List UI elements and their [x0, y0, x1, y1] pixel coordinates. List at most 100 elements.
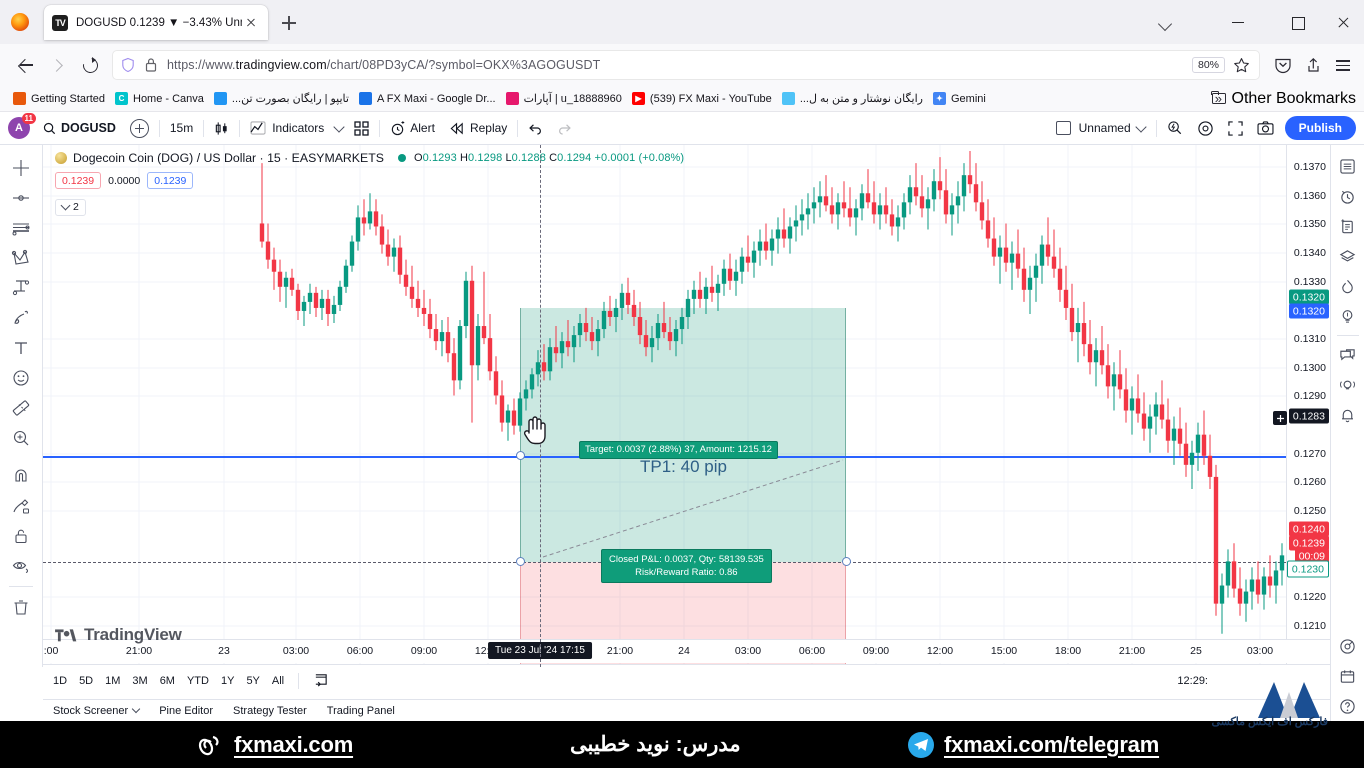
- bookmark-item[interactable]: Getting Started: [8, 89, 110, 109]
- help-icon[interactable]: [1334, 691, 1362, 721]
- status-tab-pine-editor[interactable]: Pine Editor: [149, 705, 223, 717]
- price-axis-chip[interactable]: 0.1283: [1288, 408, 1329, 424]
- other-bookmarks-folder[interactable]: Other Bookmarks: [1211, 90, 1356, 108]
- bookmark-item[interactable]: A FX Maxi - Google Dr...: [354, 89, 501, 109]
- legend-badge-high[interactable]: 0.1239: [147, 172, 194, 189]
- position-info-tag[interactable]: Closed P&L: 0.0037, Qty: 58139.535 Risk/…: [601, 549, 772, 583]
- indicators-dropdown[interactable]: [331, 115, 347, 141]
- trend-line-tool[interactable]: [6, 183, 36, 213]
- lock-drawings-tool[interactable]: [6, 521, 36, 551]
- range-button-3m[interactable]: 3M: [126, 672, 153, 690]
- add-alert-plus-icon[interactable]: [1273, 411, 1287, 425]
- forward-button[interactable]: [42, 50, 74, 80]
- stay-in-drawing-mode-tool[interactable]: [6, 491, 36, 521]
- layout-chevron-down-icon[interactable]: [1134, 120, 1147, 133]
- chart-plot[interactable]: Target: 0.0037 (2.88%) 37, Amount: 1215.…: [43, 145, 1330, 667]
- bookmark-item[interactable]: رایگان نوشتار و متن به ل...: [777, 89, 928, 109]
- bookmark-item[interactable]: C Home - Canva: [110, 89, 209, 109]
- banner-website-group[interactable]: fxmaxi.com: [196, 732, 353, 758]
- settings-button[interactable]: [1190, 115, 1221, 141]
- legend-collapsed-group[interactable]: 2: [55, 198, 86, 216]
- share-button[interactable]: [1298, 50, 1328, 80]
- add-symbol-button[interactable]: [123, 115, 156, 141]
- alert-button[interactable]: Alert: [383, 115, 442, 141]
- watchlist-icon[interactable]: [1334, 151, 1362, 181]
- banner-telegram-link[interactable]: fxmaxi.com/telegram: [944, 732, 1159, 758]
- range-button-6m[interactable]: 6M: [154, 672, 181, 690]
- tab-list-chevron-down-icon[interactable]: [1155, 12, 1177, 34]
- redo-button[interactable]: [550, 115, 579, 141]
- status-tab-trading-panel[interactable]: Trading Panel: [317, 705, 405, 717]
- tp1-annotation[interactable]: TP1: 40 pip: [640, 457, 727, 477]
- range-button-1d[interactable]: 1D: [47, 672, 73, 690]
- price-axis-chip[interactable]: 0.1320: [1288, 303, 1329, 319]
- indicators-button[interactable]: Indicators: [243, 115, 331, 141]
- layout-icon[interactable]: [1055, 121, 1071, 135]
- window-minimize-button[interactable]: [1224, 8, 1254, 36]
- notifications-bell-icon[interactable]: [1334, 400, 1362, 430]
- browser-tab-active[interactable]: TV DOGUSD 0.1239 ▼ −3.43% Unn: [44, 5, 268, 40]
- layers-icon[interactable]: [1334, 241, 1362, 271]
- bookmark-item[interactable]: ✦ Gemini: [928, 89, 991, 109]
- symbol-search-button[interactable]: DOGUSD: [36, 115, 123, 141]
- measure-tool[interactable]: [6, 393, 36, 423]
- price-axis-chip[interactable]: 0.1230: [1286, 560, 1329, 578]
- legend-title[interactable]: Dogecoin Coin (DOG) / US Dollar · 15 · E…: [73, 151, 384, 165]
- ideas-bulb-icon[interactable]: [1334, 301, 1362, 331]
- undo-button[interactable]: [521, 115, 550, 141]
- window-maximize-button[interactable]: [1283, 8, 1313, 36]
- user-avatar[interactable]: A 11: [8, 113, 36, 139]
- fib-retracement-tool[interactable]: [6, 213, 36, 243]
- alerts-clock-icon[interactable]: [1334, 181, 1362, 211]
- calendar-icon[interactable]: [1334, 661, 1362, 691]
- quick-search-button[interactable]: [1160, 115, 1190, 141]
- close-handle-left[interactable]: [516, 557, 525, 566]
- brush-tool[interactable]: [6, 303, 36, 333]
- browser-menu-button[interactable]: [1328, 50, 1358, 80]
- zoom-tool[interactable]: [6, 423, 36, 453]
- interval-selector[interactable]: 15m: [163, 115, 200, 141]
- range-button-5y[interactable]: 5Y: [240, 672, 265, 690]
- range-button-1m[interactable]: 1M: [99, 672, 126, 690]
- range-button-ytd[interactable]: YTD: [181, 672, 215, 690]
- price-axis[interactable]: 0.1370 0.1360 0.1350 0.1340 0.1330 0.1310 0.13…: [1273, 145, 1330, 667]
- fullscreen-button[interactable]: [1221, 115, 1250, 141]
- chat-icon[interactable]: [1334, 340, 1362, 370]
- status-tab-strategy-tester[interactable]: Strategy Tester: [223, 705, 317, 717]
- status-tab-stock-screener[interactable]: Stock Screener: [43, 705, 149, 717]
- pattern-tool[interactable]: [6, 243, 36, 273]
- bookmark-item[interactable]: تایپو | رایگان بصورت تن...: [209, 89, 354, 109]
- price-axis-chip[interactable]: 0.1240: [1288, 521, 1329, 537]
- chart-type-button[interactable]: [207, 115, 236, 141]
- window-close-button[interactable]: [1329, 8, 1359, 36]
- zoom-level-badge[interactable]: 80%: [1191, 57, 1225, 73]
- close-tab-icon[interactable]: [242, 14, 260, 32]
- banner-telegram-group[interactable]: fxmaxi.com/telegram: [908, 731, 1159, 758]
- magnet-tool[interactable]: [6, 461, 36, 491]
- bookmark-item[interactable]: آپارات | u_18888960: [501, 89, 627, 109]
- long-position-tool[interactable]: [6, 273, 36, 303]
- go-to-date-button[interactable]: [307, 669, 335, 693]
- snapshot-button[interactable]: [1250, 115, 1281, 141]
- hide-drawings-tool[interactable]: [6, 551, 36, 581]
- remove-drawings-tool[interactable]: [6, 592, 36, 622]
- hotlist-flame-icon[interactable]: [1334, 271, 1362, 301]
- replay-button[interactable]: Replay: [442, 115, 514, 141]
- text-tool[interactable]: [6, 333, 36, 363]
- object-tree-icon[interactable]: [1334, 631, 1362, 661]
- cross-cursor-tool[interactable]: [6, 153, 36, 183]
- notes-add-icon[interactable]: [1334, 211, 1362, 241]
- back-button[interactable]: [10, 50, 42, 80]
- close-handle-right[interactable]: [842, 557, 851, 566]
- layout-name-label[interactable]: Unnamed: [1079, 121, 1131, 135]
- reload-button[interactable]: [74, 50, 106, 80]
- publish-button[interactable]: Publish: [1284, 116, 1356, 140]
- range-button-5d[interactable]: 5D: [73, 672, 99, 690]
- legend-badge-low[interactable]: 0.1239: [55, 172, 102, 189]
- range-button-1y[interactable]: 1Y: [215, 672, 240, 690]
- url-bar[interactable]: https://www.tradingview.com/chart/08PD3y…: [112, 50, 1260, 80]
- new-tab-button[interactable]: [278, 12, 300, 34]
- emoji-tool[interactable]: [6, 363, 36, 393]
- entry-handle[interactable]: [516, 451, 525, 460]
- templates-button[interactable]: [347, 115, 376, 141]
